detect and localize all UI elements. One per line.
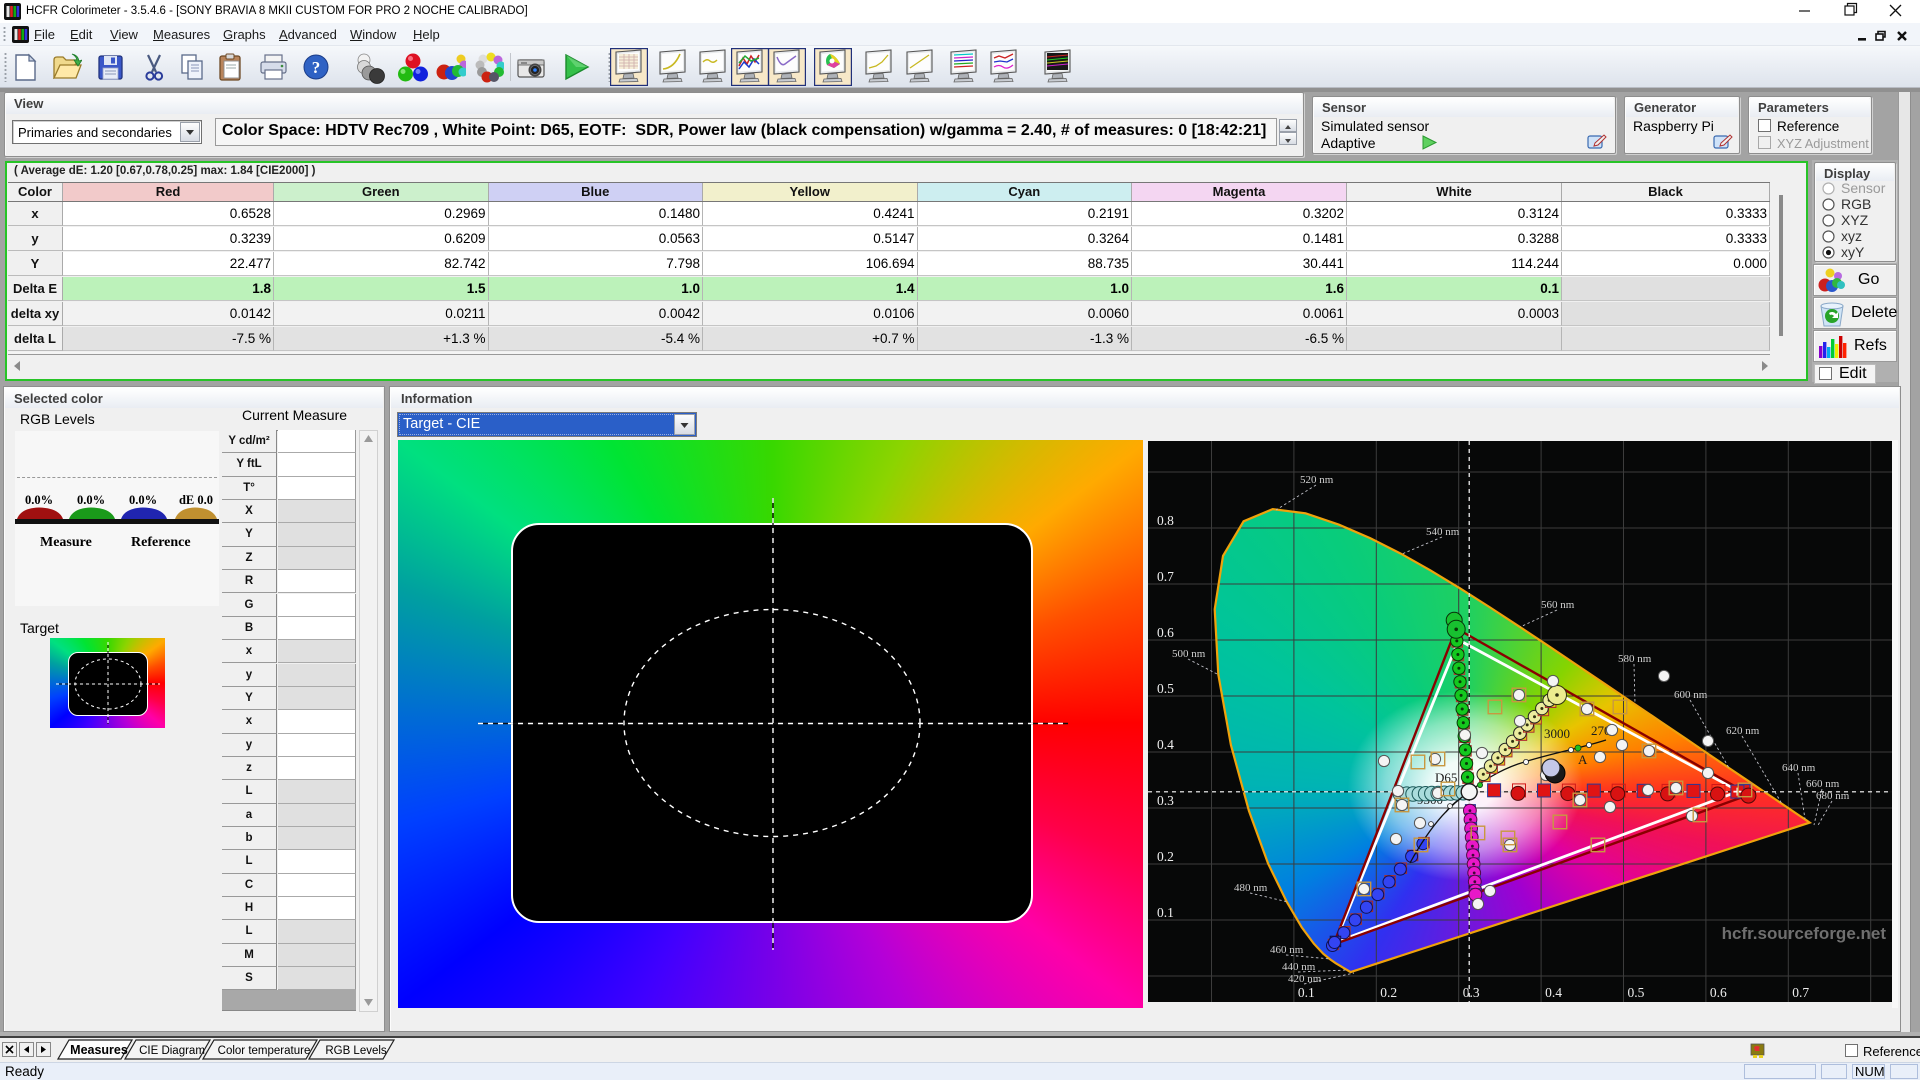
svg-text:A: A [1578,752,1588,767]
svg-text:0.5: 0.5 [1157,681,1174,696]
svg-text:660 nm: 660 nm [1806,778,1840,790]
svg-text:0.3: 0.3 [1463,985,1480,1000]
svg-text:Measures: Measures [70,1043,128,1057]
svg-text:480 nm: 480 nm [1234,882,1268,894]
svg-text:0.0%: 0.0% [25,495,53,507]
svg-text:0.1: 0.1 [1157,905,1174,920]
svg-text:0.2: 0.2 [1157,849,1174,864]
svg-text:0.0%: 0.0% [129,495,157,507]
svg-text:0.7: 0.7 [1792,985,1809,1000]
svg-text:440 nm: 440 nm [1282,961,1316,973]
svg-text:520 nm: 520 nm [1300,474,1334,486]
svg-text:0.3: 0.3 [1157,793,1174,808]
svg-text:500 nm: 500 nm [1172,648,1206,660]
svg-text:0.6: 0.6 [1157,625,1174,640]
svg-text:460 nm: 460 nm [1270,944,1304,956]
svg-text:hcfr.sourceforge.net: hcfr.sourceforge.net [1722,924,1887,943]
svg-text:CIE Diagram: CIE Diagram [139,1045,205,1057]
svg-text:0.8: 0.8 [1157,513,1174,528]
svg-text:0.4: 0.4 [1545,985,1562,1000]
svg-text:0.4: 0.4 [1157,737,1174,752]
svg-text:Color temperature: Color temperature [218,1045,311,1057]
svg-text:540 nm: 540 nm [1426,526,1460,538]
svg-text:0.2: 0.2 [1380,985,1397,1000]
svg-text:RGB Levels: RGB Levels [325,1045,387,1057]
svg-text:?: ? [312,58,321,77]
svg-text:420 nm: 420 nm [1288,973,1322,985]
svg-text:0.7: 0.7 [1157,569,1174,584]
svg-text:dE 0.0: dE 0.0 [179,495,213,507]
svg-text:620 nm: 620 nm [1726,725,1760,737]
svg-text:580 nm: 580 nm [1618,653,1652,665]
svg-text:0.5: 0.5 [1628,985,1645,1000]
svg-text:560 nm: 560 nm [1541,599,1575,611]
svg-text:3000: 3000 [1544,726,1570,741]
svg-text:600 nm: 600 nm [1674,689,1708,701]
svg-text:0.6: 0.6 [1710,985,1727,1000]
svg-text:0.1: 0.1 [1298,985,1315,1000]
svg-text:640 nm: 640 nm [1782,762,1816,774]
svg-text:0.0%: 0.0% [77,495,105,507]
